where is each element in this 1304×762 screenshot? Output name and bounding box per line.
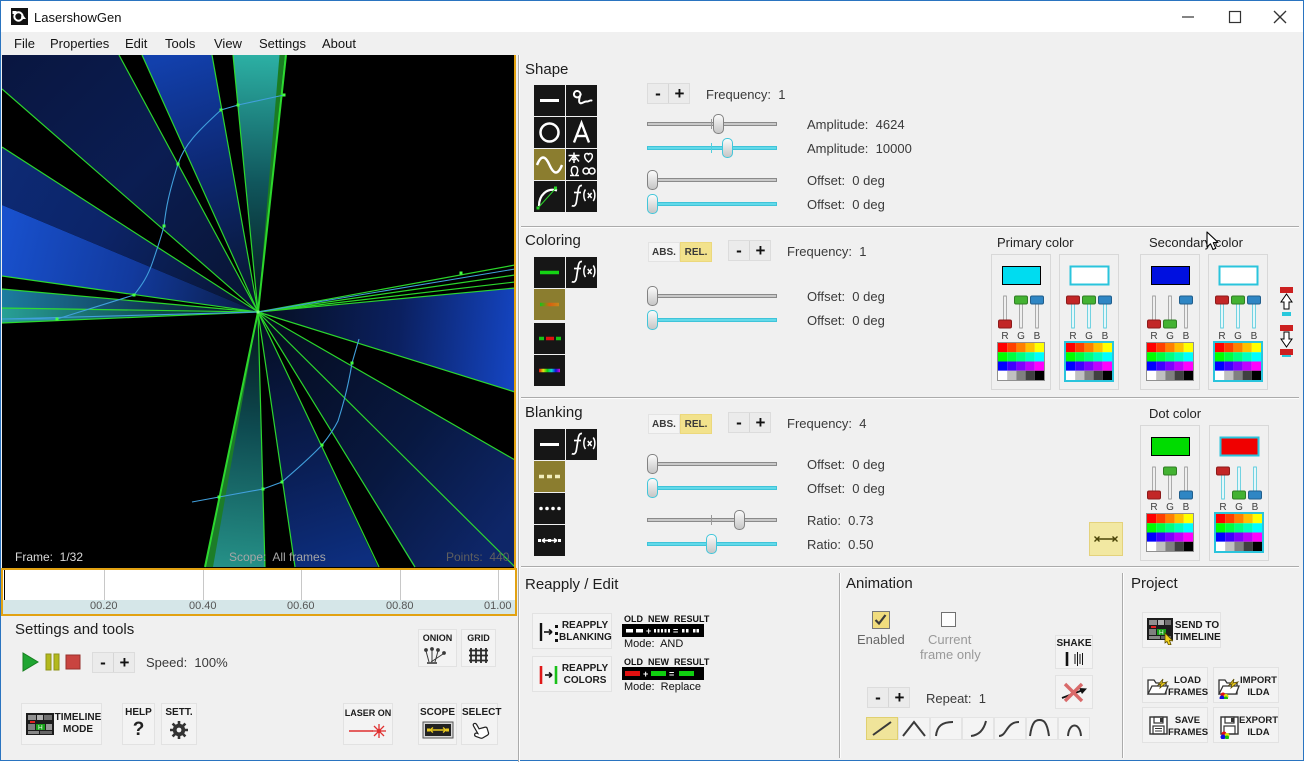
svg-text:H: H: [38, 725, 43, 732]
svg-text:B: B: [1183, 502, 1190, 513]
svg-text:B: B: [1252, 502, 1259, 513]
svg-text:+: +: [646, 626, 651, 636]
svg-text:R: R: [1001, 331, 1008, 342]
svg-text:+: +: [643, 669, 648, 679]
svg-text:R: R: [1150, 331, 1157, 342]
svg-text:G: G: [1166, 331, 1174, 342]
svg-text:H: H: [1159, 630, 1164, 637]
svg-text:B: B: [1034, 331, 1041, 342]
svg-text:G: G: [1166, 502, 1174, 513]
svg-text:G: G: [1235, 502, 1243, 513]
svg-text:R: R: [1069, 331, 1076, 342]
svg-text:R: R: [1219, 502, 1226, 513]
svg-text:G: G: [1234, 331, 1242, 342]
svg-text:B: B: [1183, 331, 1190, 342]
svg-text:B: B: [1102, 331, 1109, 342]
svg-text:B: B: [1251, 331, 1258, 342]
svg-text:G: G: [1017, 331, 1025, 342]
svg-text:R: R: [1150, 502, 1157, 513]
svg-text:=: =: [673, 626, 678, 636]
svg-text:R: R: [1218, 331, 1225, 342]
svg-text:=: =: [669, 669, 674, 679]
svg-text:G: G: [1085, 331, 1093, 342]
